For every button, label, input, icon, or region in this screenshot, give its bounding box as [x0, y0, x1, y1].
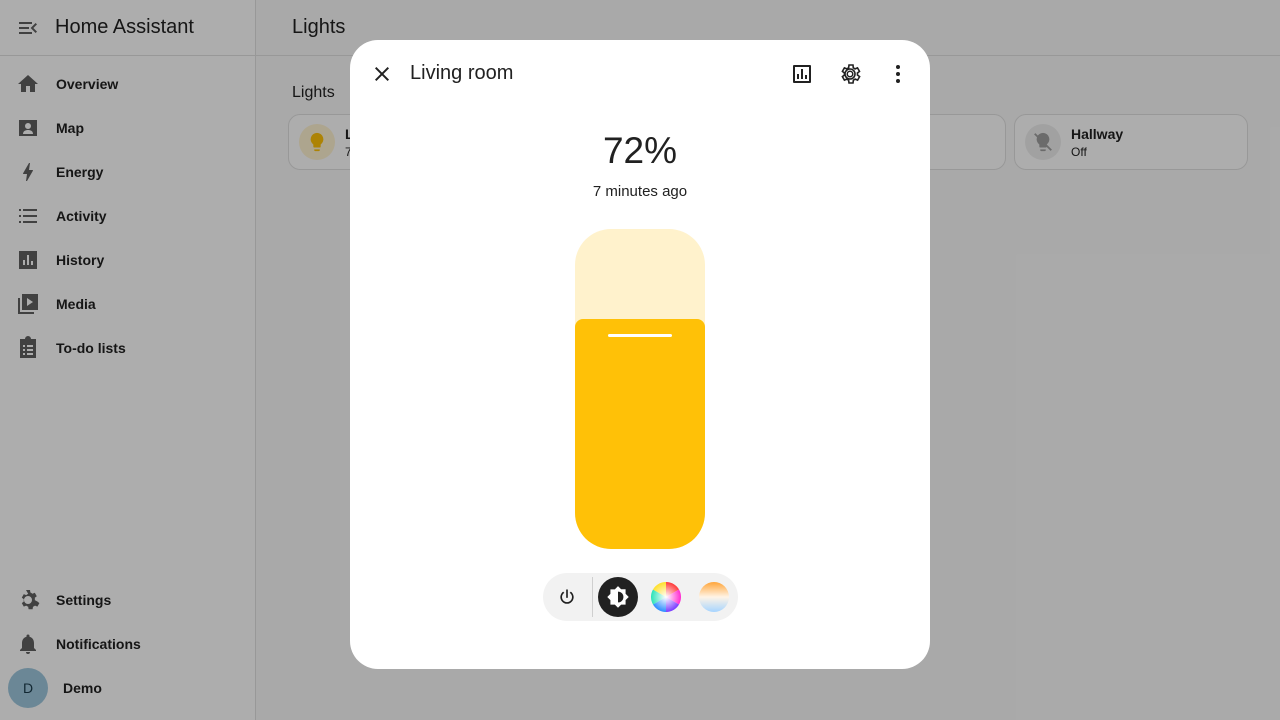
last-changed: 7 minutes ago	[592, 183, 688, 200]
brightness-icon	[607, 586, 629, 608]
history-button[interactable]	[778, 50, 826, 98]
color-temp-mode-button[interactable]	[694, 577, 734, 617]
settings-button[interactable]	[826, 50, 874, 98]
controls-divider	[592, 577, 593, 617]
close-icon	[375, 67, 389, 81]
more-options-button[interactable]	[874, 50, 922, 98]
more-vertical-icon	[896, 65, 900, 83]
light-controls	[543, 573, 738, 621]
close-button[interactable]	[358, 50, 406, 98]
power-toggle-button[interactable]	[547, 577, 587, 617]
brightness-slider-fill	[575, 319, 705, 549]
gear-icon	[841, 64, 861, 84]
brightness-slider-handle[interactable]	[608, 334, 672, 337]
color-temperature-icon	[699, 582, 729, 612]
history-chart-icon	[793, 65, 811, 83]
brightness-mode-button[interactable]	[598, 577, 638, 617]
brightness-state: 72%	[602, 130, 678, 171]
more-info-dialog: Living room 72% 7 minutes ago	[350, 40, 930, 669]
color-mode-button[interactable]	[646, 577, 686, 617]
brightness-slider[interactable]	[575, 229, 705, 549]
dialog-title: Living room	[410, 62, 514, 84]
color-wheel-icon	[651, 582, 681, 612]
power-icon	[560, 589, 574, 604]
dialog-header: Living room	[350, 40, 930, 108]
